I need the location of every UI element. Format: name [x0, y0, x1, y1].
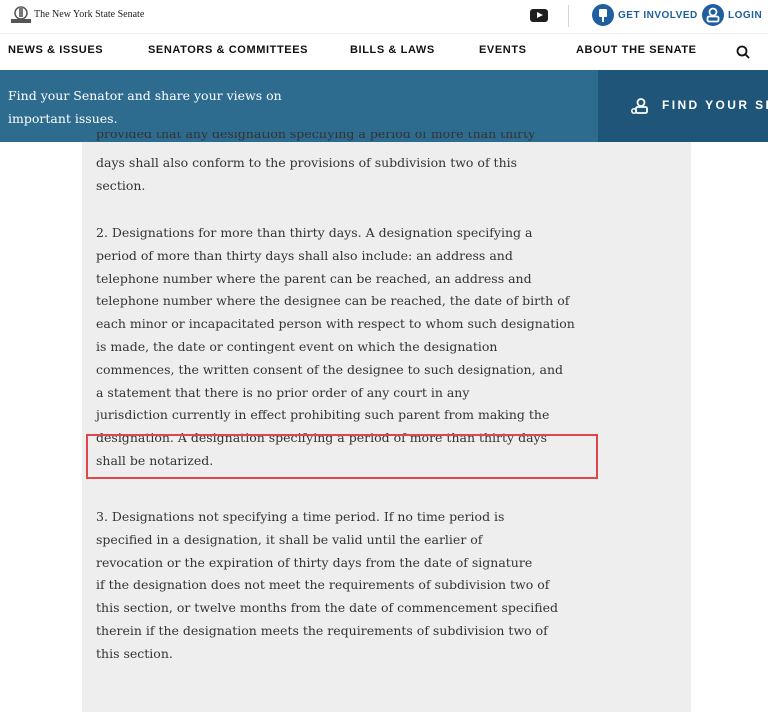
text-line: revocation or the expiration of thirty d… — [96, 554, 533, 570]
paragraph-intro: days shall also conform to the provision… — [96, 152, 616, 198]
senate-seal-icon[interactable] — [10, 5, 32, 25]
text-line: telephone number where the parent can be… — [96, 270, 532, 286]
youtube-icon[interactable] — [530, 9, 548, 22]
pin-icon — [599, 9, 607, 22]
find-your-senator-button[interactable]: FIND YOUR SE — [598, 70, 768, 142]
text-line: commences, the written consent of the de… — [96, 361, 564, 377]
locate-senator-icon — [631, 98, 648, 114]
text-line: if the designation does not meet the req… — [96, 577, 550, 593]
text-line: this section, or twelve months from the … — [96, 600, 559, 616]
top-bar: The New York State Senate GET INVOLVED L… — [0, 0, 768, 33]
find-your-senator-label: FIND YOUR SE — [662, 98, 768, 112]
user-icon — [706, 7, 720, 23]
text-line: is made, the date or contingent event on… — [96, 338, 498, 354]
header-divider — [568, 5, 569, 27]
clipped-line: provided that any designation specifying… — [96, 132, 616, 142]
nav-events[interactable]: EVENTS — [479, 44, 527, 56]
text-line: period of more than thirty days shall al… — [96, 247, 513, 263]
site-name[interactable]: The New York State Senate — [34, 9, 144, 20]
nav-news-issues[interactable]: NEWS & ISSUES — [8, 44, 103, 56]
nav-senators-committees[interactable]: SENATORS & COMMITTEES — [148, 44, 308, 56]
text-line: specified in a designation, it shall be … — [96, 531, 483, 547]
text-line: telephone number where the designee can … — [96, 293, 570, 309]
nav-bills-laws[interactable]: BILLS & LAWS — [350, 44, 435, 56]
login-link[interactable]: LOGIN — [728, 10, 762, 21]
text-line: therein if the designation meets the req… — [96, 622, 548, 638]
text-line: days shall also conform to the provision… — [96, 155, 518, 170]
highlight-box — [86, 434, 598, 479]
paragraph-subdivision-3: 3. Designations not specifying a time pe… — [96, 506, 616, 666]
nav-about-senate[interactable]: ABOUT THE SENATE — [576, 44, 697, 56]
main-nav: NEWS & ISSUES SENATORS & COMMITTEES BILL… — [0, 33, 768, 71]
get-involved-link[interactable]: GET INVOLVED — [618, 10, 698, 21]
text-line: each minor or incapacitated person with … — [96, 316, 575, 332]
text-line: this section. — [96, 645, 173, 661]
get-involved-icon[interactable] — [592, 4, 614, 26]
banner-line: Find your Senator and share your views o… — [8, 88, 282, 103]
text-line: 2. Designations for more than thirty day… — [96, 225, 533, 240]
banner-text: Find your Senator and share your views o… — [8, 84, 308, 130]
banner-line: important issues. — [8, 111, 118, 126]
text-line: a statement that there is no prior order… — [96, 384, 470, 400]
search-icon[interactable] — [736, 45, 750, 59]
text-line: 3. Designations not specifying a time pe… — [96, 509, 505, 524]
text-line: jurisdiction currently in effect prohibi… — [96, 407, 550, 423]
clipped-line-text: provided that any designation specifying… — [96, 132, 536, 141]
text-line: section. — [96, 177, 146, 193]
login-icon[interactable] — [702, 4, 724, 26]
